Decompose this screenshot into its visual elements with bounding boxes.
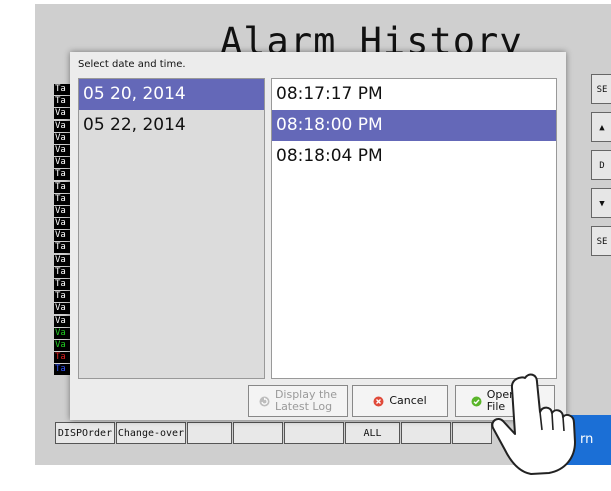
side-button-top[interactable]: SE: [591, 74, 611, 104]
alarm-row-tag: Va: [54, 254, 71, 266]
reset-button[interactable]: [187, 422, 232, 444]
alarm-row-tag: Va: [54, 157, 71, 169]
time-list[interactable]: 08:17:17 PM 08:18:00 PM 08:18:04 PM: [271, 78, 557, 379]
alarm-row-tag: Ta: [54, 96, 71, 108]
select-log-dialog: Select date and time. 05 20, 2014 05 22,…: [70, 52, 566, 420]
ack-button[interactable]: [284, 422, 344, 444]
display-latest-log-button[interactable]: Display the Latest Log: [248, 385, 348, 417]
alarm-row-tag: Ta: [54, 181, 71, 193]
tap-hand-icon: [491, 373, 576, 475]
cancel-label: Cancel: [389, 394, 427, 407]
alarm-row-tag: Ta: [54, 242, 71, 254]
alarm-row-tag: Va: [54, 327, 71, 339]
del-button[interactable]: [233, 422, 283, 444]
latest-log-label-line2: Latest Log: [274, 400, 333, 413]
alarm-row-tag: Va: [54, 108, 71, 120]
side-button-page-up[interactable]: ▲: [591, 112, 611, 142]
alarm-row-tag: Va: [54, 230, 71, 242]
alarm-row-tag: Ta: [54, 291, 71, 303]
side-button-mid[interactable]: D: [591, 150, 611, 180]
dialog-prompt: Select date and time.: [78, 59, 186, 70]
side-button-page-down[interactable]: ▼: [591, 188, 611, 218]
alarm-row-tag: Va: [54, 205, 71, 217]
alarm-row-tag: Ta: [54, 266, 71, 278]
date-list-item[interactable]: 05 20, 2014: [79, 79, 264, 110]
alarm-row-tag: Va: [54, 144, 71, 156]
check-icon: [471, 396, 482, 407]
change-over-button[interactable]: Change-over: [116, 422, 186, 444]
time-list-item[interactable]: 08:17:17 PM: [272, 79, 556, 110]
disp-order-button[interactable]: DISPOrder: [55, 422, 115, 444]
date-list-item[interactable]: 05 22, 2014: [79, 110, 264, 141]
alarm-row-tag: Va: [54, 315, 71, 327]
side-button-bottom[interactable]: SE: [591, 226, 611, 256]
alarm-row-tag: Ta: [54, 84, 71, 95]
alarm-row-tag: Va: [54, 218, 71, 230]
cancel-icon: [373, 396, 384, 407]
filter-button[interactable]: [401, 422, 451, 444]
cancel-button[interactable]: Cancel: [352, 385, 448, 417]
alarm-row-tag: Ta: [54, 352, 71, 364]
alarm-row-tag: Va: [54, 132, 71, 144]
alarm-row-tag: Ta: [54, 279, 71, 290]
alarm-row-tag: Va: [54, 120, 71, 132]
alarm-row-tag: Va: [54, 303, 71, 315]
time-list-item[interactable]: 08:18:00 PM: [272, 110, 556, 141]
time-list-item[interactable]: 08:18:04 PM: [272, 141, 556, 172]
all-button[interactable]: ALL: [345, 422, 400, 444]
alarm-row-tag: Ta: [54, 169, 71, 181]
date-list[interactable]: 05 20, 2014 05 22, 2014: [78, 78, 265, 379]
alarm-row-tag: Ta: [54, 364, 71, 376]
alarm-row-tag: Va: [54, 339, 71, 351]
alarm-row-tag: Ta: [54, 193, 71, 205]
refresh-icon: [259, 396, 270, 407]
